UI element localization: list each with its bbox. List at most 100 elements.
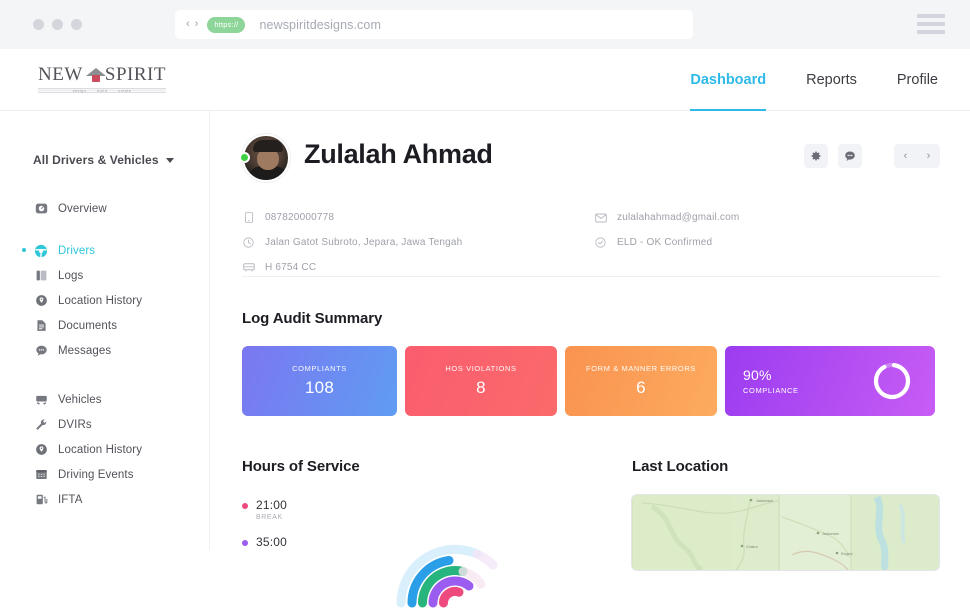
tab-reports[interactable]: Reports	[806, 49, 857, 111]
card-label: FORM & MANNER ERRORS	[586, 364, 696, 373]
detail-text: H 6754 CC	[265, 262, 317, 273]
address-bar[interactable]: ‹ › https:// newspiritdesigns.com	[175, 10, 693, 39]
chevron-down-icon[interactable]	[165, 157, 174, 163]
sidebar-item-messages[interactable]: Messages	[0, 338, 210, 363]
sidebar-item-ifta[interactable]: IFTA	[0, 487, 210, 512]
browser-menu-icon[interactable]	[917, 14, 945, 34]
sidebar-label: Driving Events	[58, 468, 134, 481]
map-pin-icon	[34, 294, 48, 308]
calendar-icon	[34, 468, 48, 482]
filter-label: All Drivers & Vehicles	[33, 153, 159, 167]
compliance-percent: 90%	[743, 367, 772, 383]
legend-sub: BREAK	[256, 514, 283, 521]
profile-details-left: 087820000778 Jalan Gatot Subroto, Jepara…	[242, 205, 462, 280]
sidebar-item-overview[interactable]: Overview	[0, 196, 210, 221]
driver-vehicle-filter[interactable]: All Drivers & Vehicles	[33, 153, 174, 167]
settings-button[interactable]	[804, 144, 828, 168]
audit-cards: COMPLIANTS 108 HOS VIOLATIONS 8 FORM & M…	[242, 346, 942, 416]
map-pin-icon	[34, 443, 48, 457]
clock-icon	[242, 236, 255, 249]
status-badge	[239, 152, 250, 163]
window-close-dot[interactable]	[33, 19, 44, 30]
truck-icon	[34, 393, 48, 407]
logo-word-right: SPIRIT	[104, 64, 166, 85]
tab-profile[interactable]: Profile	[897, 49, 938, 111]
sidebar-item-location-history-1[interactable]: Location History	[0, 288, 210, 313]
legend-dot	[242, 503, 248, 509]
house-icon	[85, 67, 106, 83]
page-title: Zulalah Ahmad	[304, 139, 493, 169]
sidebar-label: Vehicles	[58, 393, 102, 406]
window-controls[interactable]	[33, 19, 82, 30]
chat-bubble-icon	[845, 151, 855, 161]
card-hos-violations[interactable]: HOS VIOLATIONS 8	[405, 346, 557, 416]
sidebar-item-logs[interactable]: Logs	[0, 263, 210, 288]
sidebar-item-driving-events[interactable]: Driving Events	[0, 462, 210, 487]
document-icon	[34, 319, 48, 333]
next-record-button[interactable]: ›	[927, 150, 931, 162]
sidebar: All Drivers & Vehicles Overview Drivers	[0, 111, 210, 550]
sidebar-label: Location History	[58, 443, 143, 456]
message-button[interactable]	[838, 144, 862, 168]
last-location-section: Last Location Jackonsee Chakra Jackonsee…	[632, 458, 952, 570]
hours-of-service-chart	[396, 544, 498, 608]
forward-arrow-icon[interactable]: ›	[195, 19, 199, 30]
profile-details-right: zulalahahmad@gmail.com ELD - OK Confirme…	[594, 205, 739, 255]
logo-sub-2: create	[118, 88, 132, 93]
logo-sub-1: build	[97, 88, 108, 93]
detail-text: zulalahahmad@gmail.com	[617, 212, 740, 223]
svg-text:Jackonsee: Jackonsee	[756, 499, 773, 503]
hours-of-service-title: Hours of Service	[242, 458, 360, 475]
sidebar-label: Documents	[58, 319, 118, 332]
truck-icon	[242, 261, 255, 274]
sidebar-label: IFTA	[58, 493, 83, 506]
chat-bubble-icon	[34, 344, 48, 358]
sidebar-label: Messages	[58, 344, 112, 357]
phone-icon	[242, 211, 255, 224]
back-arrow-icon[interactable]: ‹	[186, 19, 190, 30]
avatar-wrapper	[239, 134, 290, 182]
legend-time: 21:00	[256, 498, 288, 512]
card-compliants[interactable]: COMPLIANTS 108	[242, 346, 397, 416]
window-minimize-dot[interactable]	[52, 19, 63, 30]
sidebar-group-drivers: Overview Drivers Logs Location History D…	[0, 196, 210, 363]
card-value: 8	[476, 378, 486, 397]
card-compliance[interactable]: 90% COMPLIANCE	[725, 346, 935, 416]
card-label: HOS VIOLATIONS	[445, 364, 517, 373]
hours-of-service-section: Hours of Service 21:00 BREAK 35:00	[242, 458, 632, 608]
sidebar-label: Logs	[58, 269, 84, 282]
fuel-pump-icon	[34, 493, 48, 507]
site-logo[interactable]: NEW SPIRIT design build create	[38, 64, 166, 93]
sidebar-item-dvirs[interactable]: DVIRs	[0, 412, 210, 437]
tab-dashboard[interactable]: Dashboard	[690, 49, 766, 111]
sidebar-label: Location History	[58, 294, 143, 307]
url-text[interactable]: newspiritdesigns.com	[259, 18, 381, 32]
browser-nav-arrows[interactable]: ‹ ›	[186, 19, 198, 30]
steering-wheel-icon	[34, 244, 48, 258]
prev-record-button[interactable]: ‹	[904, 150, 908, 162]
sidebar-navigation: Overview Drivers Logs Location History D…	[0, 196, 210, 512]
profile-header: Zulalah Ahmad ‹ ›	[239, 131, 970, 191]
window-maximize-dot[interactable]	[71, 19, 82, 30]
detail-text: Jalan Gatot Subroto, Jepara, Jawa Tengah	[265, 237, 463, 248]
logo-sub-0: design	[72, 88, 87, 93]
card-form-manner-errors[interactable]: FORM & MANNER ERRORS 6	[565, 346, 717, 416]
sidebar-item-vehicles[interactable]: Vehicles	[0, 387, 210, 412]
record-pager[interactable]: ‹ ›	[894, 144, 940, 168]
sidebar-item-documents[interactable]: Documents	[0, 313, 210, 338]
logo-word-left: NEW	[38, 64, 83, 85]
compliance-ring-chart	[873, 362, 911, 400]
card-label: COMPLIANCE	[743, 386, 799, 395]
sidebar-item-location-history-2[interactable]: Location History	[0, 437, 210, 462]
detail-address: Jalan Gatot Subroto, Jepara, Jawa Tengah	[242, 230, 462, 255]
detail-eld-status: ELD - OK Confirmed	[594, 230, 739, 255]
card-value: 108	[305, 378, 334, 397]
card-label: COMPLIANTS	[292, 364, 347, 373]
log-audit-title: Log Audit Summary	[242, 310, 383, 327]
profile-actions: ‹ ›	[804, 144, 940, 168]
logo-underline: design build create	[38, 88, 166, 93]
location-map[interactable]: Jackonsee Chakra Jackonsee Rogers	[632, 495, 939, 570]
sidebar-item-drivers[interactable]: Drivers	[0, 238, 210, 263]
check-circle-icon	[594, 236, 607, 249]
gear-icon	[811, 151, 821, 161]
